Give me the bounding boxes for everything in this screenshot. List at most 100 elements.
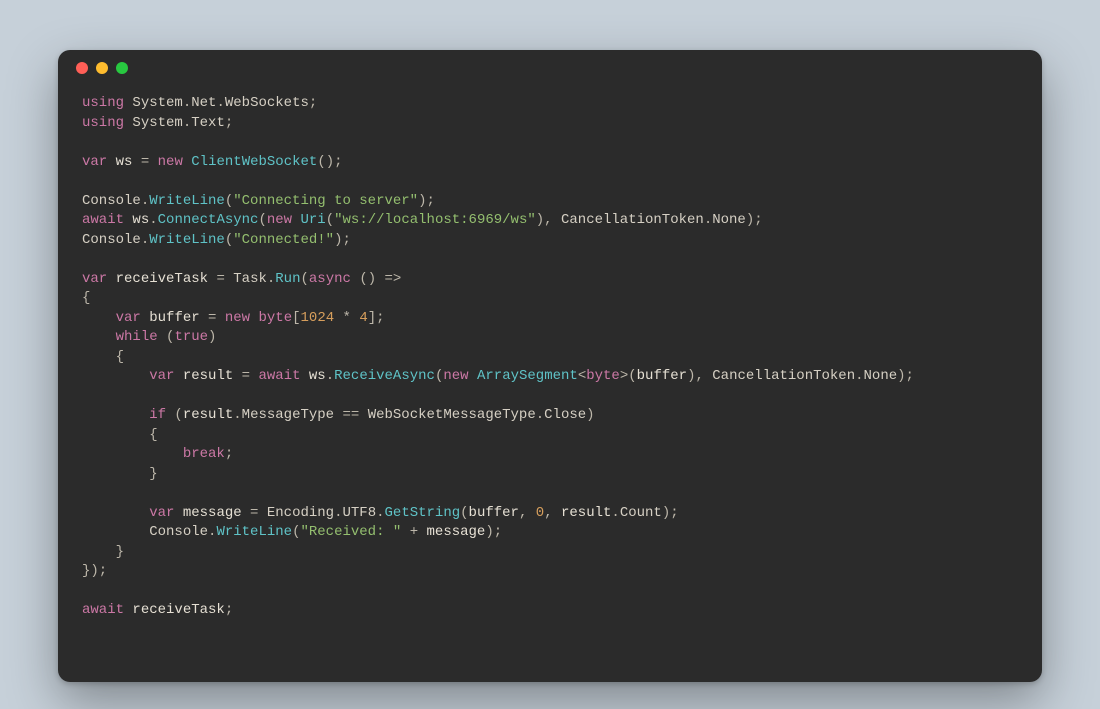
token-punct: ; (225, 446, 233, 462)
code-line (82, 250, 1018, 270)
token-punct: . (611, 505, 619, 521)
code-line: if (result.MessageType == WebSocketMessa… (82, 406, 1018, 426)
token-punct (82, 329, 116, 345)
token-punct: . (233, 407, 241, 423)
token-punct: , (519, 505, 536, 521)
token-prop: Net (191, 95, 216, 111)
token-kw: byte (586, 368, 620, 384)
token-punct: . (536, 407, 544, 423)
token-prop: Console (82, 193, 141, 209)
token-punct: ( (326, 212, 334, 228)
token-punct (301, 368, 309, 384)
token-punct (82, 368, 149, 384)
code-area: using System.Net.WebSockets;using System… (58, 86, 1042, 645)
token-punct: ; (309, 95, 317, 111)
token-method: ConnectAsync (158, 212, 259, 228)
token-prop: System (132, 95, 182, 111)
token-punct: ; (225, 115, 233, 131)
token-punct: . (183, 115, 191, 131)
token-ident: buffer (469, 505, 519, 521)
code-line: Console.WriteLine("Received: " + message… (82, 523, 1018, 543)
token-punct: == (334, 407, 368, 423)
token-punct (82, 446, 183, 462)
token-method: GetString (385, 505, 461, 521)
code-line: { (82, 289, 1018, 309)
token-punct: ( (158, 329, 175, 345)
token-punct: ) (586, 407, 594, 423)
token-ident: buffer (637, 368, 687, 384)
token-punct: * (334, 310, 359, 326)
token-prop: None (864, 368, 898, 384)
zoom-icon[interactable] (116, 62, 128, 74)
token-ident: receiveTask (116, 271, 208, 287)
close-icon[interactable] (76, 62, 88, 74)
token-punct (141, 310, 149, 326)
token-prop: Count (620, 505, 662, 521)
token-kw: true (174, 329, 208, 345)
token-prop: CancellationToken (712, 368, 855, 384)
token-punct: ( (460, 505, 468, 521)
code-line: await receiveTask; (82, 601, 1018, 621)
token-punct: = (208, 271, 233, 287)
code-line: } (82, 543, 1018, 563)
token-punct: } (82, 466, 158, 482)
code-line (82, 387, 1018, 407)
token-kw: byte (259, 310, 293, 326)
token-ident: ws (116, 154, 133, 170)
code-line: using System.Net.WebSockets; (82, 94, 1018, 114)
token-ident: result (183, 368, 233, 384)
token-punct (174, 505, 182, 521)
token-punct (107, 154, 115, 170)
token-punct: . (326, 368, 334, 384)
token-prop: MessageType (242, 407, 334, 423)
token-prop: Console (82, 232, 141, 248)
token-punct: . (855, 368, 863, 384)
code-line: break; (82, 445, 1018, 465)
token-kw: await (82, 602, 124, 618)
window-titlebar (58, 50, 1042, 86)
token-punct: . (704, 212, 712, 228)
token-punct (82, 407, 149, 423)
code-line: var ws = new ClientWebSocket(); (82, 153, 1018, 173)
token-punct (82, 505, 149, 521)
token-punct: ( (258, 212, 266, 228)
token-kw: new (267, 212, 292, 228)
code-line: { (82, 348, 1018, 368)
token-kw: using (82, 95, 124, 111)
token-kw: await (82, 212, 124, 228)
token-punct: ) (208, 329, 216, 345)
code-line: while (true) (82, 328, 1018, 348)
token-string: "ws://localhost:6969/ws" (334, 212, 536, 228)
token-punct (82, 310, 116, 326)
token-prop: Task (233, 271, 267, 287)
token-punct: < (578, 368, 586, 384)
code-line: Console.WriteLine("Connecting to server"… (82, 192, 1018, 212)
token-punct: = (242, 505, 267, 521)
code-line: var result = await ws.ReceiveAsync(new A… (82, 367, 1018, 387)
token-prop: Close (544, 407, 586, 423)
token-punct: . (183, 95, 191, 111)
token-punct: ( (225, 232, 233, 248)
token-kw: while (116, 329, 158, 345)
token-punct: ), (687, 368, 712, 384)
code-line: using System.Text; (82, 114, 1018, 134)
token-punct: . (141, 193, 149, 209)
token-prop: Console (149, 524, 208, 540)
token-type: ArraySegment (477, 368, 578, 384)
code-line (82, 133, 1018, 153)
code-line (82, 484, 1018, 504)
token-kw: async (309, 271, 351, 287)
code-line: } (82, 465, 1018, 485)
token-punct: >( (620, 368, 637, 384)
token-punct: . (149, 212, 157, 228)
minimize-icon[interactable] (96, 62, 108, 74)
code-line (82, 172, 1018, 192)
token-num: 1024 (301, 310, 335, 326)
token-prop: None (712, 212, 746, 228)
token-punct: . (216, 95, 224, 111)
code-line: var receiveTask = Task.Run(async () => (82, 270, 1018, 290)
token-punct: = (132, 154, 157, 170)
token-punct: } (82, 544, 124, 560)
token-kw: using (82, 115, 124, 131)
token-kw: new (225, 310, 250, 326)
